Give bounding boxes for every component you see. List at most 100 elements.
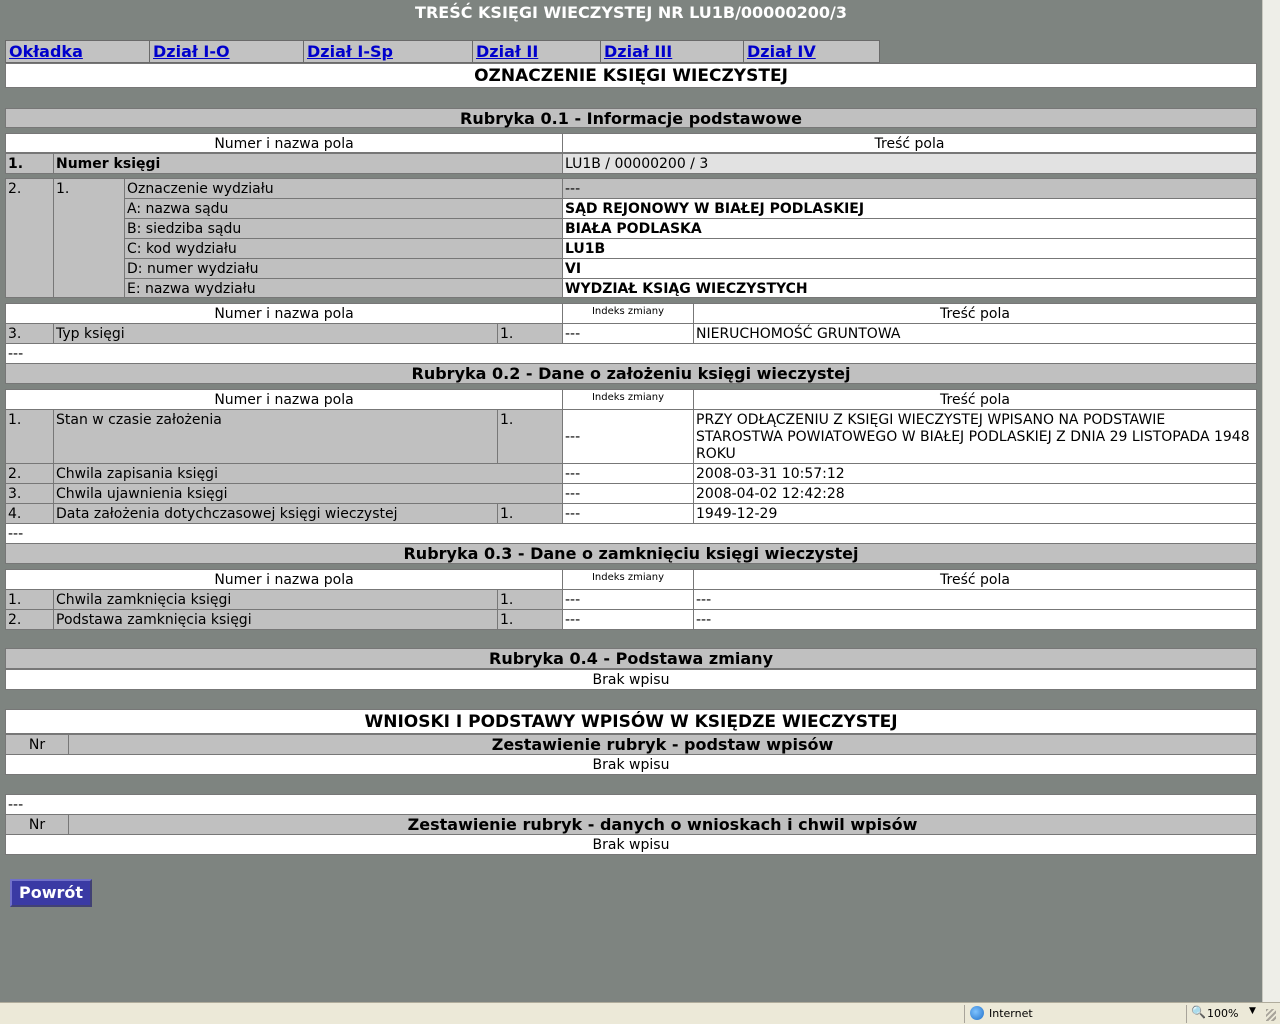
rubric-01-title: Rubryka 0.1 - Informacje podstawowe bbox=[5, 108, 1257, 128]
section-heading: OZNACZENIE KSIĘGI WIECZYSTEJ bbox=[5, 63, 1257, 88]
change-index: --- bbox=[562, 589, 694, 610]
resize-grip[interactable] bbox=[1266, 1009, 1276, 1021]
sub-number: 1. bbox=[497, 323, 563, 344]
summary-title: Zestawienie rubryk - danych o wnioskach … bbox=[68, 814, 1257, 835]
tab-dzial-ii[interactable]: Dział II bbox=[472, 40, 601, 63]
field-value: --- bbox=[562, 178, 1257, 199]
tab-okladka[interactable]: Okładka bbox=[5, 40, 150, 63]
rubric-04-title: Rubryka 0.4 - Podstawa zmiany bbox=[5, 648, 1257, 669]
row-number: 2. bbox=[5, 609, 54, 630]
change-index: --- bbox=[562, 323, 694, 344]
field-value: --- bbox=[693, 589, 1257, 610]
field-label: Podstawa zamknięcia księgi bbox=[53, 609, 498, 630]
page-title: TREŚĆ KSIĘGI WIECZYSTEJ NR LU1B/00000200… bbox=[415, 3, 847, 22]
sub-number: 1. bbox=[497, 609, 563, 630]
empty-entry: Brak wpisu bbox=[5, 669, 1257, 690]
change-index: --- bbox=[562, 483, 694, 504]
field-value: 2008-04-02 12:42:28 bbox=[693, 483, 1257, 504]
row-number: 4. bbox=[5, 503, 54, 524]
field-label: Data założenia dotychczasowej księgi wie… bbox=[53, 503, 498, 524]
rubric-03-title: Rubryka 0.3 - Dane o zamknięciu księgi w… bbox=[5, 543, 1257, 564]
field-label: E: nazwa wydziału bbox=[124, 278, 563, 298]
summary-title: Zestawienie rubryk - podstaw wpisów bbox=[68, 734, 1257, 755]
applications-heading: WNIOSKI I PODSTAWY WPISÓW W KSIĘDZE WIEC… bbox=[5, 709, 1257, 734]
page-viewport: TREŚĆ KSIĘGI WIECZYSTEJ NR LU1B/00000200… bbox=[0, 0, 1262, 1002]
field-label: Chwila ujawnienia księgi bbox=[53, 483, 563, 504]
tab-dzial-io[interactable]: Dział I-O bbox=[149, 40, 304, 63]
field-label: Typ księgi bbox=[53, 323, 498, 344]
nr-header: Nr bbox=[5, 814, 69, 835]
field-label: Chwila zamknięcia księgi bbox=[53, 589, 498, 610]
back-button[interactable]: Powrót bbox=[10, 879, 92, 907]
status-bar: Internet 🔍 100% ▼ bbox=[0, 1002, 1280, 1024]
zoom-level[interactable]: 100% bbox=[1207, 1007, 1238, 1020]
field-value: 2008-03-31 10:57:12 bbox=[693, 463, 1257, 484]
sub-number: 1. bbox=[497, 503, 563, 524]
change-index: --- bbox=[562, 409, 694, 464]
zoom-icon: 🔍 bbox=[1191, 1005, 1206, 1019]
field-value: BIAŁA PODLASKA bbox=[562, 218, 1257, 239]
column-header-name: Numer i nazwa pola bbox=[5, 569, 563, 590]
field-label: Chwila zapisania księgi bbox=[53, 463, 563, 484]
vertical-scrollbar[interactable] bbox=[1262, 0, 1280, 1002]
sub-number: 1. bbox=[497, 589, 563, 610]
row-number: 1. bbox=[5, 409, 54, 464]
column-header-name: Numer i nazwa pola bbox=[5, 389, 563, 410]
row-number: 1. bbox=[5, 589, 54, 610]
tab-okladka-link[interactable]: Okładka bbox=[9, 42, 83, 61]
tab-dzial-isp[interactable]: Dział I-Sp bbox=[303, 40, 473, 63]
tab-dzial-iv-link[interactable]: Dział IV bbox=[747, 42, 816, 61]
field-value: LU1B bbox=[562, 238, 1257, 259]
field-value: PRZY ODŁĄCZENIU Z KSIĘGI WIECZYSTEJ WPIS… bbox=[693, 409, 1257, 464]
column-header-content: Treść pola bbox=[562, 133, 1257, 153]
field-value: VI bbox=[562, 258, 1257, 279]
tab-dzial-io-link[interactable]: Dział I-O bbox=[153, 42, 230, 61]
column-header-name: Numer i nazwa pola bbox=[5, 303, 563, 324]
field-value: SĄD REJONOWY W BIAŁEJ PODLASKIEJ bbox=[562, 198, 1257, 219]
tab-dzial-iii[interactable]: Dział III bbox=[600, 40, 744, 63]
field-label: Numer księgi bbox=[53, 153, 563, 174]
empty-entry: Brak wpisu bbox=[5, 834, 1257, 855]
sub-number: 1. bbox=[53, 178, 125, 298]
chevron-down-icon[interactable]: ▼ bbox=[1249, 1006, 1256, 1016]
field-value: WYDZIAŁ KSIĄG WIECZYSTYCH bbox=[562, 278, 1257, 298]
field-value: 1949-12-29 bbox=[693, 503, 1257, 524]
separator-row: --- bbox=[5, 794, 1257, 815]
column-header-name: Numer i nazwa pola bbox=[5, 133, 563, 153]
tab-dzial-ii-link[interactable]: Dział II bbox=[476, 42, 538, 61]
column-header-content: Treść pola bbox=[693, 389, 1257, 410]
field-value: NIERUCHOMOŚĆ GRUNTOWA bbox=[693, 323, 1257, 344]
security-zone-label: Internet bbox=[989, 1007, 1033, 1020]
rubric-02-title: Rubryka 0.2 - Dane o założeniu księgi wi… bbox=[5, 363, 1257, 384]
field-label: B: siedziba sądu bbox=[124, 218, 563, 239]
column-header-index: Indeks zmiany bbox=[562, 303, 694, 324]
empty-entry: Brak wpisu bbox=[5, 754, 1257, 775]
sub-number: 1. bbox=[497, 409, 563, 464]
change-index: --- bbox=[562, 463, 694, 484]
field-label: D: numer wydziału bbox=[124, 258, 563, 279]
column-header-content: Treść pola bbox=[693, 303, 1257, 324]
column-header-index: Indeks zmiany bbox=[562, 569, 694, 590]
change-index: --- bbox=[562, 609, 694, 630]
row-number: 1. bbox=[5, 153, 54, 174]
column-header-content: Treść pola bbox=[693, 569, 1257, 590]
field-label: C: kod wydziału bbox=[124, 238, 563, 259]
globe-icon bbox=[970, 1006, 984, 1020]
row-number: 3. bbox=[5, 483, 54, 504]
row-number: 2. bbox=[5, 463, 54, 484]
field-value: --- bbox=[693, 609, 1257, 630]
row-number: 3. bbox=[5, 323, 54, 344]
column-header-index: Indeks zmiany bbox=[562, 389, 694, 410]
field-label: Oznaczenie wydziału bbox=[124, 178, 563, 199]
separator-row: --- bbox=[5, 523, 1257, 544]
tab-dzial-isp-link[interactable]: Dział I-Sp bbox=[307, 42, 393, 61]
row-number: 2. bbox=[5, 178, 54, 298]
separator-row: --- bbox=[5, 343, 1257, 364]
field-label: Stan w czasie założenia bbox=[53, 409, 498, 464]
field-label: A: nazwa sądu bbox=[124, 198, 563, 219]
book-number-value: LU1B / 00000200 / 3 bbox=[562, 153, 1257, 174]
tab-dzial-iii-link[interactable]: Dział III bbox=[604, 42, 672, 61]
nr-header: Nr bbox=[5, 734, 69, 755]
change-index: --- bbox=[562, 503, 694, 524]
tab-dzial-iv[interactable]: Dział IV bbox=[743, 40, 880, 63]
